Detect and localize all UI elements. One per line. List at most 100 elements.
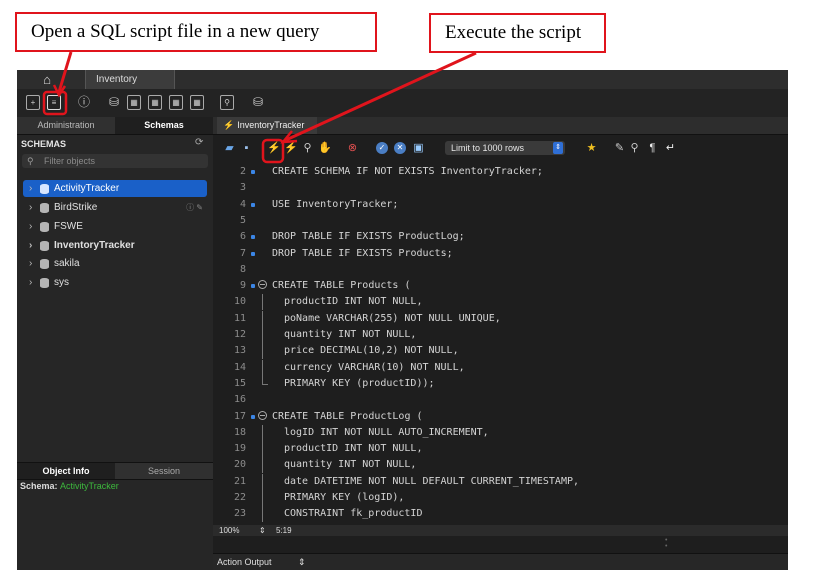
create-procedure-icon[interactable]: ▦ <box>169 95 183 110</box>
invisible-chars-icon[interactable]: ¶ <box>646 141 659 155</box>
reconnect-icon[interactable]: ⛁ <box>251 95 265 110</box>
toggle-continue-icon[interactable]: ⊗ <box>346 141 359 155</box>
statement-marker <box>251 235 255 240</box>
line-text: quantity INT NOT NULL, <box>284 459 417 471</box>
line-number: 10 <box>233 296 246 308</box>
refresh-icon[interactable]: ⟳ <box>195 137 203 148</box>
find-icon[interactable]: ✎ <box>613 141 626 155</box>
create-view-icon[interactable]: ▦ <box>148 95 162 110</box>
execute-current-icon[interactable]: ⚡ <box>284 141 298 155</box>
line-number: 8 <box>239 263 246 275</box>
chevron-right-icon[interactable]: › <box>29 180 32 197</box>
create-schema-icon[interactable]: ⛁ <box>107 95 121 110</box>
schema-item-sakila[interactable]: › sakila <box>23 255 207 272</box>
line-number: 3 <box>239 182 246 194</box>
code-line: 16 <box>213 392 788 408</box>
autocommit-icon[interactable]: ▣ <box>412 141 425 155</box>
fold-toggle-icon[interactable] <box>258 280 267 290</box>
code-line: 10 productID INT NOT NULL, <box>213 294 788 311</box>
zoom-level[interactable]: 100% <box>219 525 239 536</box>
line-text: CREATE TABLE ProductLog ( <box>272 410 423 422</box>
explain-icon[interactable]: ⚲ <box>301 141 314 155</box>
limit-rows-select[interactable]: Limit to 1000 rows ⇕ <box>445 141 565 155</box>
schema-item-inventorytracker[interactable]: › InventoryTracker <box>23 237 207 254</box>
database-icon <box>40 278 49 288</box>
schema-name: BirdStrike <box>54 202 98 213</box>
output-select[interactable]: Action Output <box>217 554 272 570</box>
line-text: price DECIMAL(10,2) NOT NULL, <box>284 345 459 357</box>
chevron-right-icon[interactable]: › <box>29 237 32 254</box>
drag-handle-icon[interactable]: • • <box>665 537 667 550</box>
schema-name: sakila <box>54 258 80 269</box>
line-number: 12 <box>233 329 246 340</box>
database-icon <box>40 241 49 251</box>
query-tab[interactable]: ⚡ InventoryTracker <box>217 117 317 134</box>
create-function-icon[interactable]: ▦ <box>190 95 204 110</box>
sql-editor: ⚡ InventoryTracker ▰ ▪ ⚡ ⚡ ⚲ ✋ ⊗ ✓ ✕ ▣ Li… <box>213 117 788 570</box>
schema-item-sys[interactable]: › sys <box>23 274 207 291</box>
schema-actions-icon[interactable]: ⓘ ✎ <box>186 199 203 216</box>
results-splitter[interactable]: • • <box>213 536 788 553</box>
wrap-lines-icon[interactable]: ↵ <box>664 141 677 155</box>
chevron-right-icon[interactable]: › <box>29 218 32 235</box>
line-number: 20 <box>233 459 246 471</box>
line-number: 16 <box>233 394 246 406</box>
schema-item-fswe[interactable]: › FSWE <box>23 218 207 235</box>
save-icon[interactable]: ▪ <box>240 141 253 155</box>
folder-icon[interactable]: ▰ <box>223 141 236 155</box>
code-line: 4 USE InventoryTracker; <box>213 197 788 213</box>
fold-line <box>262 327 263 343</box>
rollback-icon[interactable]: ✕ <box>394 142 406 154</box>
home-icon[interactable]: ⌂ <box>39 72 55 87</box>
tab-administration[interactable]: Administration <box>17 117 115 134</box>
schema-name: sys <box>54 277 69 288</box>
execute-icon[interactable]: ⚡ <box>267 141 281 155</box>
stop-icon[interactable]: ✋ <box>318 141 332 155</box>
query-tab-label: InventoryTracker <box>237 120 305 130</box>
beautify-icon[interactable]: ★ <box>585 141 598 155</box>
search-icon: ⚲ <box>27 156 34 166</box>
code-line: 3 <box>213 180 788 196</box>
chevron-right-icon[interactable]: › <box>29 274 32 291</box>
commit-icon[interactable]: ✓ <box>376 142 388 154</box>
statement-marker <box>251 414 255 419</box>
schema-item-birdstrike[interactable]: › BirdStrike ⓘ ✎ <box>23 199 207 216</box>
fold-line <box>262 343 263 360</box>
tab-schemas[interactable]: Schemas <box>115 117 213 134</box>
code-line: 9 CREATE TABLE Products ( <box>213 278 788 294</box>
tab-object-info[interactable]: Object Info <box>17 463 115 479</box>
code-line: 17 CREATE TABLE ProductLog ( <box>213 409 788 425</box>
filter-input[interactable]: ⚲ Filter objects <box>22 154 208 168</box>
line-text: productID INT NOT NULL, <box>284 443 423 455</box>
tab-inventory[interactable]: Inventory <box>85 70 175 89</box>
search-table-data-icon[interactable]: ⚲ <box>220 95 234 110</box>
line-number: 21 <box>233 475 246 487</box>
line-text: CREATE TABLE Products ( <box>272 280 411 292</box>
tab-session[interactable]: Session <box>115 463 213 479</box>
code-line: 18 logID INT NOT NULL AUTO_INCREMENT, <box>213 424 788 441</box>
open-sql-script-icon[interactable]: ≡ <box>47 95 61 110</box>
schemas-header: SCHEMAS <box>21 139 67 149</box>
schema-item-activitytracker[interactable]: › ActivityTracker <box>23 180 207 197</box>
new-query-icon[interactable]: + <box>26 95 40 110</box>
code-line: 13 price DECIMAL(10,2) NOT NULL, <box>213 343 788 360</box>
chevron-right-icon[interactable]: › <box>29 199 32 216</box>
schema-name: InventoryTracker <box>54 240 135 251</box>
create-table-icon[interactable]: ▦ <box>127 95 141 110</box>
select-arrows-icon[interactable]: ⇕ <box>298 554 306 570</box>
zoom-stepper-icon[interactable]: ⇕ <box>259 525 266 536</box>
output-bar: Action Output ⇕ <box>213 553 788 570</box>
statement-marker <box>251 284 255 289</box>
inspector-icon[interactable]: ⓘ <box>77 95 91 110</box>
fold-toggle-icon[interactable] <box>258 410 267 420</box>
search-icon[interactable]: ⚲ <box>628 141 641 155</box>
chevron-right-icon[interactable]: › <box>29 255 32 272</box>
line-number: 18 <box>233 426 246 438</box>
code-area[interactable]: 2 CREATE SCHEMA IF NOT EXISTS InventoryTr… <box>213 161 788 525</box>
schema-info-label: Schema: <box>20 481 58 491</box>
main-toolbar: + ≡ ⓘ ⛁ ▦ ▦ ▦ ▦ ⚲ ⛁ <box>17 89 788 118</box>
fold-line <box>262 473 263 490</box>
fold-line <box>262 506 263 523</box>
workbench-window: ⌂ Inventory + ≡ ⓘ ⛁ ▦ ▦ ▦ ▦ ⚲ ⛁ Administ… <box>17 70 788 570</box>
fold-line <box>262 457 263 474</box>
